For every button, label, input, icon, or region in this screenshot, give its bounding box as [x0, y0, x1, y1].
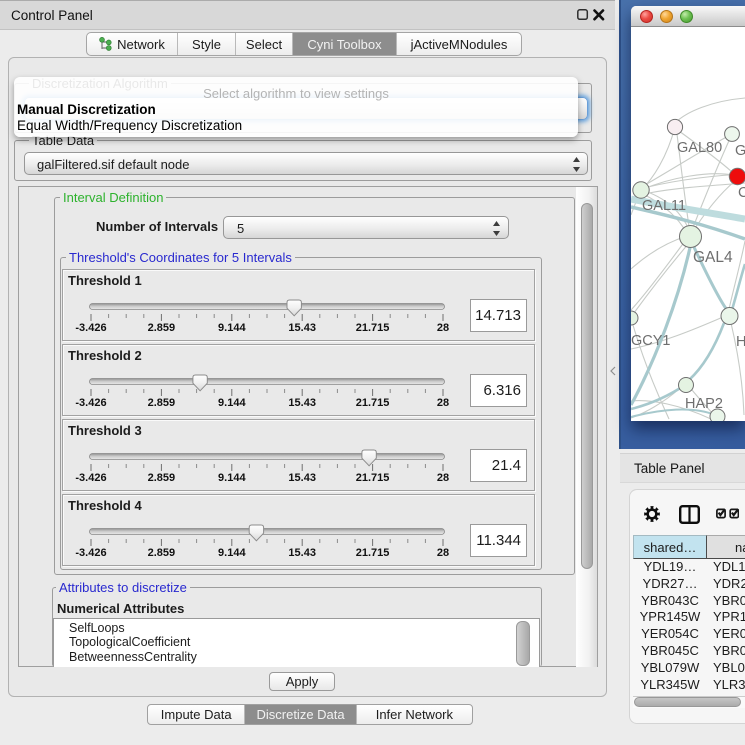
svg-text:H: H	[736, 334, 745, 350]
svg-text:GCY1: GCY1	[631, 333, 671, 349]
svg-text:GAL11: GAL11	[642, 198, 686, 214]
svg-text:C: C	[738, 185, 745, 201]
svg-text:GAL4: GAL4	[693, 249, 733, 266]
svg-text:G.: G.	[735, 143, 745, 159]
svg-text:GAL80: GAL80	[677, 140, 722, 156]
svg-text:HAP2: HAP2	[685, 396, 723, 412]
